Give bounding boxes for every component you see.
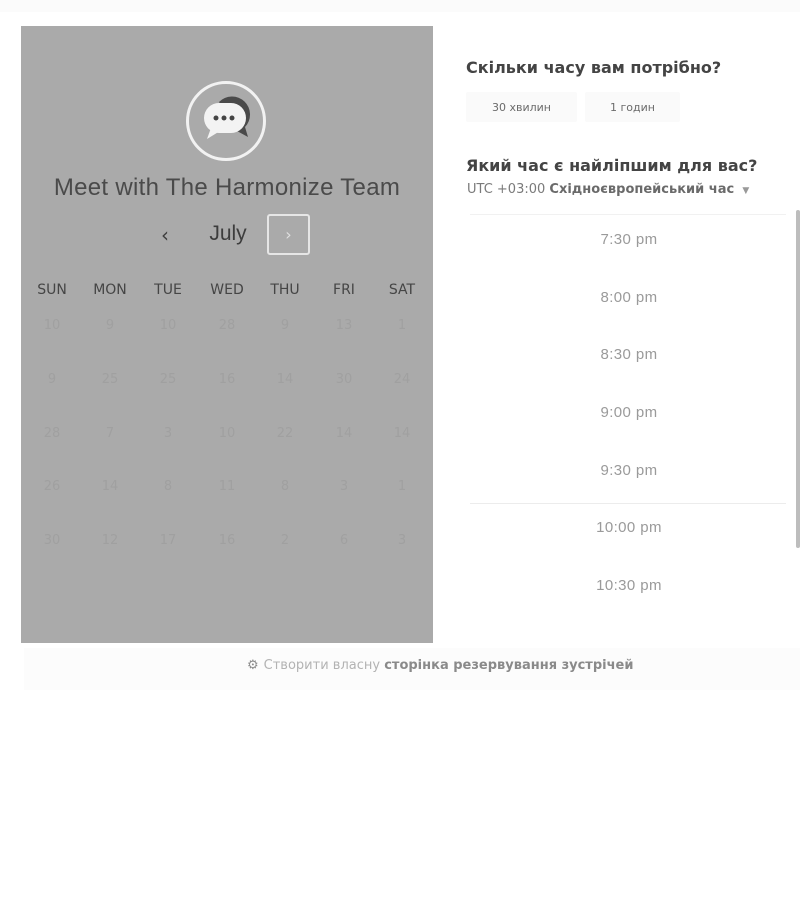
- create-meetings-page-link[interactable]: сторінка резервування зустрічей: [384, 658, 633, 673]
- calendar-day[interactable]: 28: [23, 426, 81, 441]
- calendar-day[interactable]: 22: [256, 426, 314, 441]
- time-slot[interactable]: 9:30 pm: [470, 462, 788, 479]
- calendar-day[interactable]: 10: [139, 318, 197, 333]
- calendar-day[interactable]: 28: [198, 318, 256, 333]
- duration-30-min-button[interactable]: 30 хвилин: [466, 92, 577, 122]
- chevron-right-icon: ›: [285, 225, 292, 244]
- next-month-button[interactable]: ›: [267, 214, 310, 255]
- calendar-day[interactable]: 9: [81, 318, 139, 333]
- calendar-day[interactable]: 25: [139, 372, 197, 387]
- calendar-day[interactable]: 13: [315, 318, 373, 333]
- chevron-left-icon: ‹: [161, 223, 169, 247]
- calendar-day[interactable]: 6: [315, 533, 373, 548]
- time-question: Який час є найліпшим для вас?: [466, 156, 758, 175]
- footer-prefix: Створити власну: [263, 658, 381, 673]
- calendar-day[interactable]: 30: [315, 372, 373, 387]
- hubspot-sprocket-icon: ⚙: [247, 658, 259, 673]
- weekday-wed: WED: [210, 282, 244, 298]
- weekday-tue: TUE: [154, 282, 182, 298]
- timezone-offset: UTC +03:00: [467, 182, 546, 197]
- calendar-day[interactable]: 14: [256, 372, 314, 387]
- weekday-fri: FRI: [333, 282, 355, 298]
- calendar-day[interactable]: 9: [23, 372, 81, 387]
- calendar-day[interactable]: 8: [139, 479, 197, 494]
- calendar-day[interactable]: 9: [256, 318, 314, 333]
- calendar-day[interactable]: 2: [256, 533, 314, 548]
- weekday-sun: SUN: [37, 282, 67, 298]
- calendar-day[interactable]: 24: [373, 372, 431, 387]
- time-slot[interactable]: 9:00 pm: [470, 404, 788, 421]
- calendar-day[interactable]: 3: [139, 426, 197, 441]
- calendar-day[interactable]: 14: [373, 426, 431, 441]
- calendar-day[interactable]: 3: [315, 479, 373, 494]
- calendar-day[interactable]: 8: [256, 479, 314, 494]
- duration-1-hour-button[interactable]: 1 годин: [585, 92, 680, 122]
- calendar-day[interactable]: 3: [373, 533, 431, 548]
- time-slot[interactable]: 8:30 pm: [470, 346, 788, 363]
- timezone-selector[interactable]: UTC +03:00 Східноєвропейський час ▼: [467, 182, 749, 197]
- time-slot[interactable]: 10:30 pm: [470, 577, 788, 594]
- previous-month-button[interactable]: ‹: [150, 220, 180, 250]
- divider: [470, 503, 786, 504]
- calendar-day[interactable]: 25: [81, 372, 139, 387]
- calendar-day[interactable]: 7: [81, 426, 139, 441]
- calendar-day[interactable]: 17: [139, 533, 197, 548]
- calendar-day[interactable]: 1: [373, 479, 431, 494]
- duration-question: Скільки часу вам потрібно?: [466, 58, 722, 77]
- calendar-day[interactable]: 16: [198, 372, 256, 387]
- time-slot[interactable]: 10:00 pm: [470, 519, 788, 536]
- top-strip: [0, 0, 800, 12]
- calendar-day[interactable]: 14: [315, 426, 373, 441]
- time-slots-scrollbar[interactable]: [796, 210, 800, 548]
- footer: ⚙ Створити власну сторінка резервування з…: [247, 658, 633, 673]
- weekday-sat: SAT: [388, 282, 416, 298]
- calendar-day[interactable]: 26: [23, 479, 81, 494]
- calendar-day[interactable]: 12: [81, 533, 139, 548]
- chat-logo-icon: [186, 81, 266, 161]
- meeting-title: Meet with The Harmonize Team: [53, 174, 401, 201]
- calendar-day[interactable]: 14: [81, 479, 139, 494]
- time-slot[interactable]: 8:00 pm: [470, 289, 788, 306]
- month-label: July: [209, 222, 247, 245]
- calendar-day[interactable]: 16: [198, 533, 256, 548]
- timezone-name: Східноєвропейський час: [549, 182, 735, 197]
- calendar-day[interactable]: 1: [373, 318, 431, 333]
- divider: [470, 214, 786, 215]
- weekday-mon: MON: [93, 282, 127, 298]
- calendar-day[interactable]: 10: [23, 318, 81, 333]
- calendar-day[interactable]: 11: [198, 479, 256, 494]
- calendar-day[interactable]: 10: [198, 426, 256, 441]
- caret-down-icon: ▼: [742, 186, 750, 196]
- weekday-thu: THU: [270, 282, 300, 298]
- time-slot[interactable]: 7:30 pm: [470, 231, 788, 248]
- calendar-day[interactable]: 30: [23, 533, 81, 548]
